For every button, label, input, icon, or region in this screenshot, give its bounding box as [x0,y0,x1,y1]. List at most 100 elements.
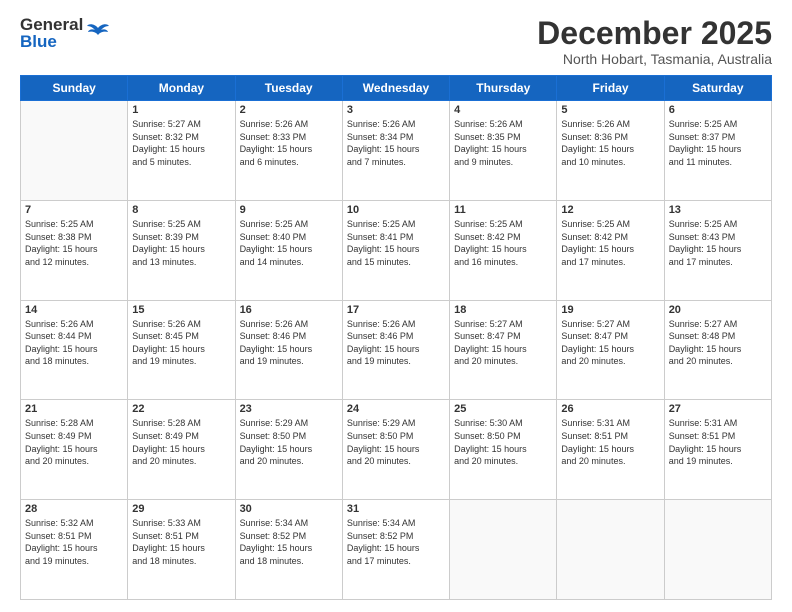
calendar-cell [450,500,557,600]
header: General Blue December 2025 North Hobart,… [20,16,772,67]
calendar-cell: 3Sunrise: 5:26 AMSunset: 8:34 PMDaylight… [342,101,449,201]
day-info: Sunrise: 5:30 AMSunset: 8:50 PMDaylight:… [454,417,552,467]
logo-blue: Blue [20,33,83,50]
subtitle: North Hobart, Tasmania, Australia [537,51,772,67]
logo: General Blue [20,16,111,50]
calendar-page: General Blue December 2025 North Hobart,… [0,0,792,612]
day-header-sunday: Sunday [21,76,128,101]
day-number: 1 [132,104,230,116]
day-number: 20 [669,304,767,316]
calendar-cell: 21 Sunrise: 5:28 AMSunset: 8:49 PMDayligh… [21,400,128,500]
day-info: Sunrise: 5:25 AMSunset: 8:39 PMDaylight:… [132,218,230,268]
day-number: 23 [240,403,338,415]
calendar-cell: 30 Sunrise: 5:34 AMSunset: 8:52 PMDayligh… [235,500,342,600]
day-info: Sunrise: 5:34 AMSunset: 8:52 PMDaylight:… [240,517,338,567]
day-info: Sunrise: 5:27 AMSunset: 8:48 PMDaylight:… [669,318,767,368]
day-info: Sunrise: 5:31 AMSunset: 8:51 PMDaylight:… [669,417,767,467]
day-number: 11 [454,204,552,216]
day-info: Sunrise: 5:28 AMSunset: 8:49 PMDaylight:… [25,417,123,467]
day-number: 6 [669,104,767,116]
calendar-cell: 1 Sunrise: 5:27 AMSunset: 8:32 PMDaylight… [128,101,235,201]
day-number: 26 [561,403,659,415]
calendar-cell: 7 Sunrise: 5:25 AMSunset: 8:38 PMDaylight… [21,200,128,300]
day-number: 30 [240,503,338,515]
calendar-table: SundayMondayTuesdayWednesdayThursdayFrid… [20,75,772,600]
day-number: 9 [240,204,338,216]
calendar-cell: 18 Sunrise: 5:27 AMSunset: 8:47 PMDayligh… [450,300,557,400]
day-number: 5 [561,104,659,116]
day-info: Sunrise: 5:25 AMSunset: 8:43 PMDaylight:… [669,218,767,268]
day-number: 28 [25,503,123,515]
calendar-cell: 29 Sunrise: 5:33 AMSunset: 8:51 PMDayligh… [128,500,235,600]
logo-general: General [20,16,83,33]
day-number: 15 [132,304,230,316]
day-info: Sunrise: 5:27 AMSunset: 8:47 PMDaylight:… [561,318,659,368]
calendar-cell: 28 Sunrise: 5:32 AMSunset: 8:51 PMDayligh… [21,500,128,600]
calendar-cell: 12 Sunrise: 5:25 AMSunset: 8:42 PMDayligh… [557,200,664,300]
day-number: 4 [454,104,552,116]
day-number: 3 [347,104,445,116]
day-number: 25 [454,403,552,415]
calendar-cell: 5 Sunrise: 5:26 AMSunset: 8:36 PMDaylight… [557,101,664,201]
day-number: 2 [240,104,338,116]
day-number: 24 [347,403,445,415]
day-info: Sunrise: 5:29 AMSunset: 8:50 PMDaylight:… [240,417,338,467]
day-info: Sunrise: 5:25 AMSunset: 8:40 PMDaylight:… [240,218,338,268]
calendar-cell: 25 Sunrise: 5:30 AMSunset: 8:50 PMDayligh… [450,400,557,500]
day-info: Sunrise: 5:29 AMSunset: 8:50 PMDaylight:… [347,417,445,467]
calendar-cell: 14 Sunrise: 5:26 AMSunset: 8:44 PMDayligh… [21,300,128,400]
calendar-cell: 24 Sunrise: 5:29 AMSunset: 8:50 PMDayligh… [342,400,449,500]
calendar-cell: 31Sunrise: 5:34 AMSunset: 8:52 PMDayligh… [342,500,449,600]
calendar-cell: 16Sunrise: 5:26 AMSunset: 8:46 PMDayligh… [235,300,342,400]
calendar-cell [21,101,128,201]
calendar-cell: 15Sunrise: 5:26 AMSunset: 8:45 PMDayligh… [128,300,235,400]
day-info: Sunrise: 5:31 AMSunset: 8:51 PMDaylight:… [561,417,659,467]
calendar-cell: 8 Sunrise: 5:25 AMSunset: 8:39 PMDaylight… [128,200,235,300]
month-title: December 2025 [537,16,772,51]
day-number: 8 [132,204,230,216]
day-info: Sunrise: 5:28 AMSunset: 8:49 PMDaylight:… [132,417,230,467]
calendar-cell: 11 Sunrise: 5:25 AMSunset: 8:42 PMDayligh… [450,200,557,300]
day-header-saturday: Saturday [664,76,771,101]
calendar-cell: 19 Sunrise: 5:27 AMSunset: 8:47 PMDayligh… [557,300,664,400]
calendar-cell: 6Sunrise: 5:25 AMSunset: 8:37 PMDaylight… [664,101,771,201]
day-number: 18 [454,304,552,316]
calendar-cell: 4 Sunrise: 5:26 AMSunset: 8:35 PMDaylight… [450,101,557,201]
day-number: 19 [561,304,659,316]
day-number: 12 [561,204,659,216]
day-header-thursday: Thursday [450,76,557,101]
day-info: Sunrise: 5:26 AMSunset: 8:33 PMDaylight:… [240,118,338,168]
day-info: Sunrise: 5:34 AMSunset: 8:52 PMDaylight:… [347,517,445,567]
calendar-cell: 13 Sunrise: 5:25 AMSunset: 8:43 PMDayligh… [664,200,771,300]
calendar-cell [557,500,664,600]
day-info: Sunrise: 5:25 AMSunset: 8:38 PMDaylight:… [25,218,123,268]
day-number: 29 [132,503,230,515]
day-header-tuesday: Tuesday [235,76,342,101]
calendar-cell: 23 Sunrise: 5:29 AMSunset: 8:50 PMDayligh… [235,400,342,500]
calendar-cell: 20 Sunrise: 5:27 AMSunset: 8:48 PMDayligh… [664,300,771,400]
day-info: Sunrise: 5:27 AMSunset: 8:47 PMDaylight:… [454,318,552,368]
day-number: 16 [240,304,338,316]
day-info: Sunrise: 5:25 AMSunset: 8:41 PMDaylight:… [347,218,445,268]
day-number: 13 [669,204,767,216]
day-number: 10 [347,204,445,216]
calendar-cell: 27 Sunrise: 5:31 AMSunset: 8:51 PMDayligh… [664,400,771,500]
day-info: Sunrise: 5:26 AMSunset: 8:44 PMDaylight:… [25,318,123,368]
day-header-friday: Friday [557,76,664,101]
day-number: 14 [25,304,123,316]
day-info: Sunrise: 5:33 AMSunset: 8:51 PMDaylight:… [132,517,230,567]
day-info: Sunrise: 5:26 AMSunset: 8:36 PMDaylight:… [561,118,659,168]
day-info: Sunrise: 5:25 AMSunset: 8:42 PMDaylight:… [454,218,552,268]
day-info: Sunrise: 5:26 AMSunset: 8:35 PMDaylight:… [454,118,552,168]
day-header-wednesday: Wednesday [342,76,449,101]
day-number: 21 [25,403,123,415]
day-info: Sunrise: 5:32 AMSunset: 8:51 PMDaylight:… [25,517,123,567]
title-block: December 2025 North Hobart, Tasmania, Au… [537,16,772,67]
day-info: Sunrise: 5:25 AMSunset: 8:42 PMDaylight:… [561,218,659,268]
logo-bird-icon [85,20,111,46]
day-number: 27 [669,403,767,415]
day-header-monday: Monday [128,76,235,101]
day-number: 7 [25,204,123,216]
calendar-cell: 17Sunrise: 5:26 AMSunset: 8:46 PMDayligh… [342,300,449,400]
day-info: Sunrise: 5:27 AMSunset: 8:32 PMDaylight:… [132,118,230,168]
